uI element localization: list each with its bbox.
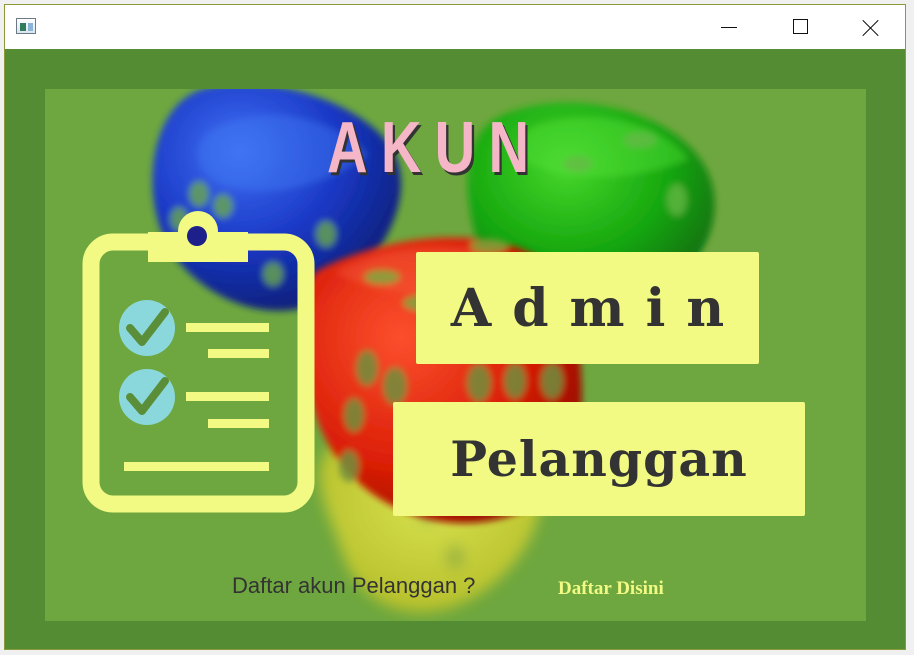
register-link[interactable]: Daftar Disini: [558, 578, 664, 600]
clipboard-checklist-icon: [82, 211, 315, 513]
account-panel: AKUN Admin Pelanggan Daftar akun Pelangg…: [45, 89, 866, 621]
customer-button[interactable]: Pelanggan: [393, 402, 805, 516]
minimize-button[interactable]: [705, 5, 751, 49]
application-window: AKUN Admin Pelanggan Daftar akun Pelangg…: [4, 4, 906, 650]
admin-button[interactable]: Admin: [416, 252, 759, 364]
maximize-button[interactable]: [777, 5, 823, 49]
content-area: AKUN Admin Pelanggan Daftar akun Pelangg…: [5, 49, 905, 649]
page-title: AKUN: [327, 108, 543, 188]
title-bar[interactable]: [5, 5, 905, 49]
application-icon: [16, 18, 36, 34]
register-prompt: Daftar akun Pelanggan ?: [232, 573, 476, 598]
close-button[interactable]: [848, 5, 894, 49]
